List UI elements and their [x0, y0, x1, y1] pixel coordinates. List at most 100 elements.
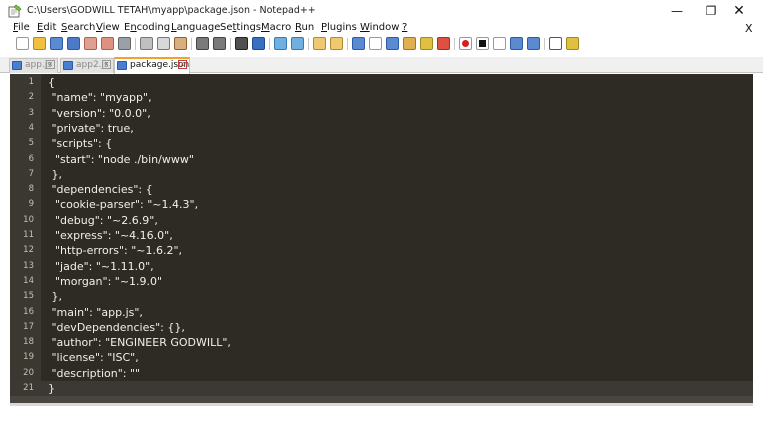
- word-wrap-icon[interactable]: [352, 37, 365, 50]
- code-line[interactable]: 21}: [10, 381, 753, 397]
- notepad-plus-plus-icon: [8, 4, 22, 18]
- code-line[interactable]: 11 "express": "~4.16.0",: [10, 228, 753, 243]
- menu-macro-label: acro: [269, 22, 292, 33]
- tab-app-js[interactable]: app.js x: [9, 58, 58, 73]
- menu-run[interactable]: Run: [295, 22, 314, 33]
- code-text: {: [48, 76, 55, 89]
- code-line[interactable]: 9 "cookie-parser": "~1.4.3",: [10, 197, 753, 212]
- line-number: 21: [23, 383, 34, 393]
- close-file-icon[interactable]: [84, 37, 97, 50]
- print-icon[interactable]: [118, 37, 131, 50]
- tab-app2-js[interactable]: app2.js x: [60, 58, 114, 73]
- menu-language[interactable]: Language: [171, 22, 220, 33]
- document-map-icon[interactable]: [420, 37, 433, 50]
- code-line[interactable]: 1{: [10, 75, 753, 90]
- save-all-icon[interactable]: [67, 37, 80, 50]
- code-line[interactable]: 19 "license": "ISC",: [10, 350, 753, 365]
- menu-view[interactable]: View: [96, 22, 120, 33]
- toolbar-separator: [454, 38, 455, 50]
- horizontal-scrollbar[interactable]: [10, 403, 753, 406]
- replace-icon[interactable]: [252, 37, 265, 50]
- zoom-in-icon[interactable]: [274, 37, 287, 50]
- code-line[interactable]: 3 "version": "0.0.0",: [10, 106, 753, 121]
- menu-help[interactable]: ?: [402, 22, 407, 33]
- menu-window-label: indow: [369, 22, 400, 33]
- line-number: 11: [23, 230, 34, 240]
- save-macro-icon[interactable]: [527, 37, 540, 50]
- menu-macro[interactable]: Macro: [261, 22, 291, 33]
- zoom-out-icon[interactable]: [291, 37, 304, 50]
- menu-encoding[interactable]: Encoding: [124, 22, 170, 33]
- toolbar-separator: [135, 38, 136, 50]
- code-line[interactable]: 5 "scripts": {: [10, 136, 753, 151]
- tab-bar: app.js x app2.js x package.json x: [0, 57, 763, 74]
- code-line[interactable]: 15 },: [10, 289, 753, 304]
- run-macro-multiple-icon[interactable]: [510, 37, 523, 50]
- menu-search[interactable]: Search: [61, 22, 95, 33]
- code-line[interactable]: 2 "name": "myapp",: [10, 90, 753, 105]
- menu-file-label: ile: [18, 22, 30, 33]
- tab-close-icon[interactable]: x: [46, 60, 55, 69]
- open-file-icon[interactable]: [33, 37, 46, 50]
- close-all-icon[interactable]: [101, 37, 114, 50]
- indent-guide-icon[interactable]: [386, 37, 399, 50]
- plugin-icon[interactable]: [566, 37, 579, 50]
- code-text: "private": true,: [48, 121, 134, 135]
- line-number: 2: [28, 92, 34, 103]
- record-macro-icon[interactable]: [459, 37, 472, 50]
- editor-empty-area[interactable]: [10, 396, 753, 403]
- menu-settings[interactable]: Settings: [220, 22, 261, 33]
- stop-macro-icon[interactable]: [476, 37, 489, 50]
- sync-horizontal-icon[interactable]: [330, 37, 343, 50]
- find-icon[interactable]: [235, 37, 248, 50]
- code-text: "version": "0.0.0",: [48, 106, 151, 120]
- menu-macro-accel: M: [261, 22, 270, 33]
- line-number: 18: [23, 337, 34, 348]
- menu-bar: File Edit Search View Encoding Language …: [0, 21, 763, 36]
- code-text: "cookie-parser": "~1.4.3",: [48, 198, 199, 212]
- code-line[interactable]: 6 "start": "node ./bin/www": [10, 152, 753, 167]
- close-window-button[interactable]: ✕: [722, 0, 756, 22]
- show-all-characters-icon[interactable]: [369, 37, 382, 50]
- play-macro-icon[interactable]: [493, 37, 506, 50]
- menu-settings-label: tings: [236, 22, 262, 33]
- code-editor[interactable]: 1{2 "name": "myapp", 3 "version": "0.0.0"…: [10, 74, 753, 403]
- function-list-icon[interactable]: [437, 37, 450, 50]
- line-number: 8: [28, 184, 34, 195]
- toolbar: [0, 36, 763, 53]
- code-line[interactable]: 18 "author": "ENGINEER GODWILL",: [10, 335, 753, 350]
- line-number: 6: [28, 153, 34, 164]
- line-number: 14: [23, 275, 34, 286]
- code-line[interactable]: 16 "main": "app.js",: [10, 305, 753, 320]
- code-line[interactable]: 14 "morgan": "~1.9.0": [10, 274, 753, 289]
- code-text: "description": "": [48, 366, 141, 380]
- code-line[interactable]: 7 },: [10, 167, 753, 182]
- code-line[interactable]: 20 "description": "": [10, 366, 753, 381]
- new-file-icon[interactable]: [16, 37, 29, 50]
- code-line[interactable]: 13 "jade": "~1.11.0",: [10, 259, 753, 274]
- paste-icon[interactable]: [174, 37, 187, 50]
- menu-plugins[interactable]: Plugins: [321, 22, 357, 33]
- language-icon[interactable]: [403, 37, 416, 50]
- menu-file[interactable]: File: [13, 22, 30, 33]
- menu-edit[interactable]: Edit: [37, 22, 56, 33]
- spell-check-icon[interactable]: [549, 37, 562, 50]
- close-document-button[interactable]: X: [745, 22, 753, 35]
- code-line[interactable]: 8 "dependencies": {: [10, 182, 753, 197]
- code-line[interactable]: 12 "http-errors": "~1.6.2",: [10, 243, 753, 258]
- line-number: 13: [23, 260, 34, 271]
- code-line[interactable]: 4 "private": true,: [10, 121, 753, 136]
- tab-close-icon[interactable]: x: [178, 60, 187, 69]
- undo-icon[interactable]: [196, 37, 209, 50]
- copy-icon[interactable]: [157, 37, 170, 50]
- tab-package-json[interactable]: package.json x: [114, 57, 190, 74]
- code-line[interactable]: 17 "devDependencies": {},: [10, 320, 753, 335]
- cut-icon[interactable]: [140, 37, 153, 50]
- minimize-button[interactable]: —: [660, 0, 694, 22]
- menu-window[interactable]: Window: [360, 22, 399, 33]
- sync-vertical-icon[interactable]: [313, 37, 326, 50]
- tab-close-icon[interactable]: x: [102, 60, 111, 69]
- save-icon[interactable]: [50, 37, 63, 50]
- code-line[interactable]: 10 "debug": "~2.6.9",: [10, 213, 753, 228]
- redo-icon[interactable]: [213, 37, 226, 50]
